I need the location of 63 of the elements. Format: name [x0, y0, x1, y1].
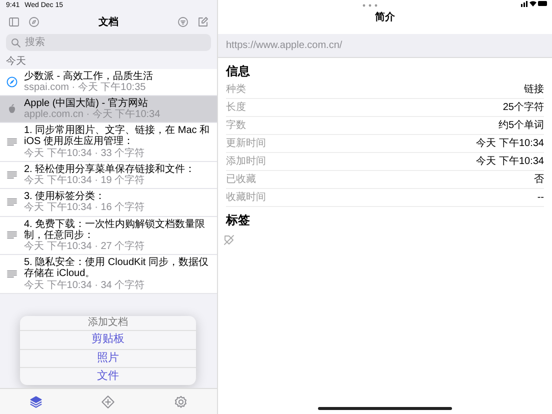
document-meta: apple.com.cn · 今天 下午10:34 — [24, 109, 160, 120]
document-item[interactable]: 5. 隐私安全：使用 CloudKit 同步，数据仅存储在 iCloud。 今天 下午10:34 · 34 个字符 — [0, 255, 217, 294]
sidebar-toggle-icon[interactable] — [8, 16, 20, 28]
section-heading: 信息 — [224, 63, 251, 80]
document-item[interactable]: Apple (中国大陆) - 官方网站 apple.com.cn · 今天 下午10:34 — [0, 96, 217, 124]
popover-title: 添加文档 — [20, 316, 196, 332]
compass-icon — [6, 76, 18, 88]
popover-option[interactable]: 文件 — [20, 368, 196, 385]
info-label: 更新时间 — [226, 136, 266, 151]
popover-option[interactable]: 剪贴板 — [20, 331, 196, 350]
document-meta: 今天 下午10:34 · 16 个字符 — [24, 202, 145, 214]
info-label: 长度 — [226, 100, 246, 115]
settings-icon[interactable] — [174, 394, 188, 408]
document-item[interactable]: 2. 轻松使用分享菜单保存链接和文件： 今天 下午10:34 · 19 个字符 — [0, 162, 217, 190]
document-item[interactable]: 4. 免费下载：一次性内购解锁文档数量限制，任意同步： 今天 下午10:34 · 27 个字符 — [0, 216, 217, 256]
layers-tab-icon[interactable] — [29, 394, 44, 408]
text-lines-icon — [6, 196, 18, 208]
info-value: 约5个单词 — [498, 118, 544, 133]
document-title: 3. 使用标签分类： — [24, 191, 106, 202]
info-label: 已收藏 — [226, 172, 256, 187]
document-meta: 今天 下午10:34 · 19 个字符 — [24, 175, 146, 186]
text-lines-icon — [6, 169, 18, 181]
sidebar-title: 文档 — [98, 16, 120, 30]
document-title: Apple (中国大陆) - 官方网站 — [24, 98, 149, 109]
info-label: 字数 — [226, 118, 246, 133]
info-label: 收藏时间 — [226, 190, 266, 205]
multitasking-dots-icon[interactable] — [362, 4, 378, 7]
compass-icon[interactable] — [28, 16, 40, 28]
url-text: https://www.apple.com.cn/ — [218, 34, 552, 58]
document-item[interactable]: 3. 使用标签分类： 今天 下午10:34 · 16 个字符 — [0, 189, 217, 217]
detail-title: 简介 — [375, 10, 395, 24]
document-meta: sspai.com · 今天 下午10:35 — [24, 82, 147, 93]
section-heading: 标签 — [224, 212, 251, 229]
document-meta: 今天 下午10:34 · 27 个字符 — [24, 240, 146, 252]
document-meta: 今天 下午10:34 · 33 个字符 — [24, 148, 146, 159]
document-title: 5. 隐私安全：使用 CloudKit 同步，数据仅存储在 iCloud。 — [24, 257, 210, 280]
filter-icon[interactable] — [177, 16, 189, 28]
add-tab-icon[interactable] — [101, 394, 116, 408]
document-title: 1. 同步常用图片、文字、链接，在 Mac 和 iOS 使用原生应用管理： — [24, 125, 211, 148]
document-title: 4. 免费下载：一次性内购解锁文档数量限制，任意同步： — [24, 218, 206, 241]
compose-icon[interactable] — [197, 16, 209, 28]
status-indicators-icon — [521, 0, 547, 7]
info-label: 种类 — [226, 82, 246, 97]
document-meta: 今天 下午10:34 · 34 个字符 — [24, 280, 146, 291]
document-title: 2. 轻松使用分享菜单保存链接和文件： — [24, 164, 196, 175]
document-title: 少数派 - 高效工作，品质生活 — [24, 70, 153, 82]
info-value: 25个字符 — [502, 100, 544, 115]
popover-option[interactable]: 照片 — [20, 350, 196, 368]
info-value: 链接 — [524, 82, 544, 97]
info-value: -- — [537, 191, 544, 205]
text-lines-icon — [6, 136, 18, 148]
document-item[interactable]: 1. 同步常用图片、文字、链接，在 Mac 和 iOS 使用原生应用管理： 今天 下午10:34 · 33 个字符 — [0, 123, 217, 162]
info-value: 今天 下午10:34 — [476, 155, 544, 169]
search-field[interactable]: 搜索 — [6, 34, 211, 51]
info-value: 今天 下午10:34 — [476, 137, 544, 151]
text-lines-icon — [6, 268, 18, 280]
no-tag-icon — [223, 234, 235, 246]
info-label: 添加时间 — [226, 154, 266, 169]
document-item[interactable]: 少数派 - 高效工作，品质生活 sspai.com · 今天 下午10:35 — [0, 68, 217, 96]
text-lines-icon — [6, 229, 18, 242]
info-value: 否 — [534, 173, 544, 187]
section-header: 今天 — [5, 55, 27, 68]
apple-icon — [6, 103, 18, 116]
